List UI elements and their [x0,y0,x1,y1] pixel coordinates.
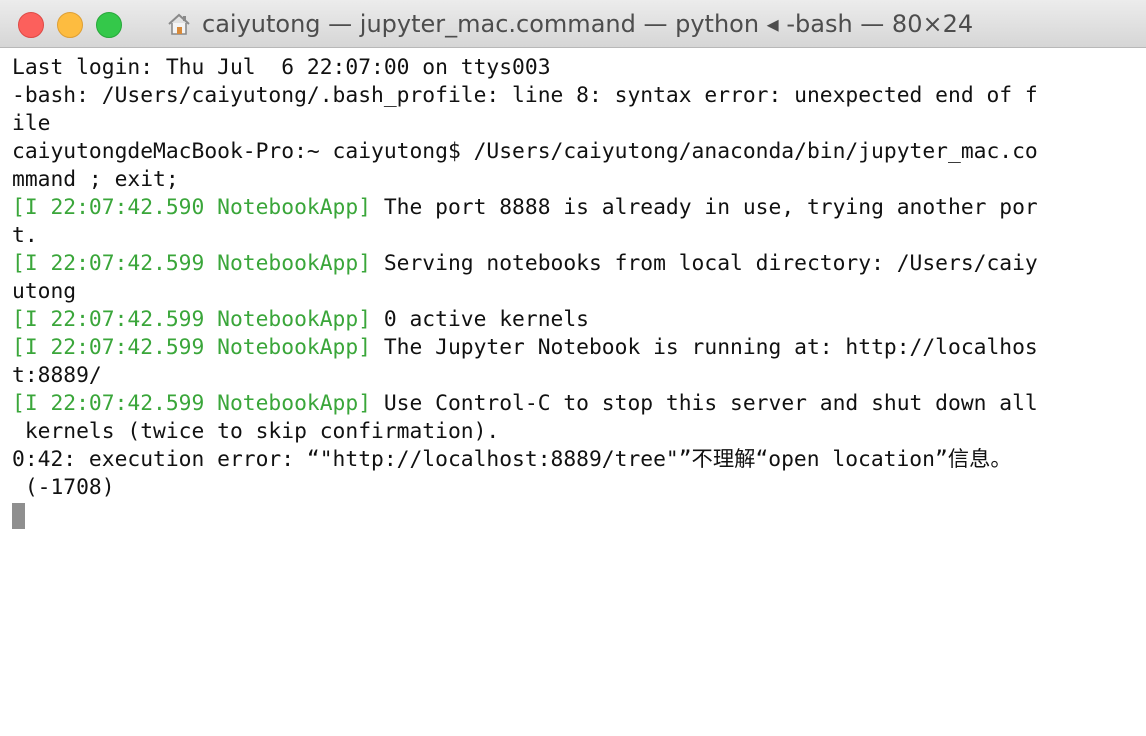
terminal-line: [I 22:07:42.599 NotebookApp] The Jupyter… [12,334,1138,362]
terminal-line: t. [12,222,1138,250]
terminal-line: utong [12,278,1138,306]
terminal-line: [I 22:07:42.599 NotebookApp] 0 active ke… [12,306,1138,334]
line-text: utong [12,279,77,304]
terminal-line: kernels (twice to skip confirmation). [12,418,1138,446]
line-text: 0 active kernels [371,307,589,332]
terminal-line: caiyutongdeMacBook-Pro:~ caiyutong$ /Use… [12,138,1138,166]
terminal-cursor [12,503,25,529]
terminal-line: [I 22:07:42.599 NotebookApp] Serving not… [12,250,1138,278]
terminal-line: mmand ; exit; [12,166,1138,194]
zoom-button[interactable] [96,12,122,38]
window-title-container: caiyutong — jupyter_mac.command — python… [166,8,973,40]
terminal-window: caiyutong — jupyter_mac.command — python… [0,0,1146,736]
line-text: kernels (twice to skip confirmation). [12,419,500,444]
line-text: caiyutongdeMacBook-Pro:~ caiyutong$ /Use… [12,139,1038,164]
terminal-line: Last login: Thu Jul 6 22:07:00 on ttys00… [12,54,1138,82]
window-title: caiyutong — jupyter_mac.command — python… [202,10,974,38]
terminal-content[interactable]: Last login: Thu Jul 6 22:07:00 on ttys00… [0,48,1146,736]
home-icon [166,11,192,37]
close-button[interactable] [18,12,44,38]
terminal-line: -bash: /Users/caiyutong/.bash_profile: l… [12,82,1138,110]
line-text: The port 8888 is already in use, trying … [371,195,1038,220]
line-text: -bash: /Users/caiyutong/.bash_profile: l… [12,83,1038,108]
line-text: The Jupyter Notebook is running at: http… [371,335,1038,360]
terminal-line: t:8889/ [12,362,1138,390]
line-text: t. [12,223,38,248]
title-bar[interactable]: caiyutong — jupyter_mac.command — python… [0,0,1146,48]
terminal-line: ile [12,110,1138,138]
terminal-line: (-1708) [12,474,1138,502]
log-prefix: [I 22:07:42.599 NotebookApp] [12,335,372,360]
terminal-line: 0:42: execution error: “"http://localhos… [12,446,1138,474]
line-text: 0:42: execution error: “"http://localhos… [12,447,1012,472]
log-prefix: [I 22:07:42.599 NotebookApp] [12,307,372,332]
terminal-line: [I 22:07:42.599 NotebookApp] Use Control… [12,390,1138,418]
log-prefix: [I 22:07:42.599 NotebookApp] [12,251,372,276]
line-text: Use Control-C to stop this server and sh… [371,391,1038,416]
terminal-output: Last login: Thu Jul 6 22:07:00 on ttys00… [12,54,1138,529]
line-text: mmand ; exit; [12,167,179,192]
log-prefix: [I 22:07:42.590 NotebookApp] [12,195,372,220]
line-text: (-1708) [12,475,115,500]
line-text: Last login: Thu Jul 6 22:07:00 on ttys00… [12,55,551,80]
minimize-button[interactable] [57,12,83,38]
line-text: ile [12,111,51,136]
line-text: t:8889/ [12,363,102,388]
log-prefix: [I 22:07:42.599 NotebookApp] [12,391,372,416]
terminal-line: [I 22:07:42.590 NotebookApp] The port 88… [12,194,1138,222]
line-text: Serving notebooks from local directory: … [371,251,1038,276]
